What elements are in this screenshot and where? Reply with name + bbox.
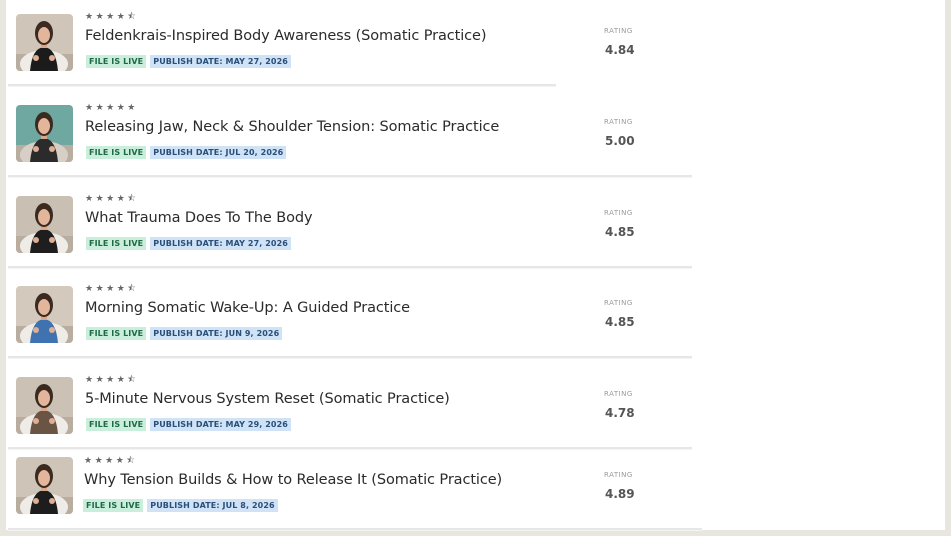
video-row[interactable]: ★★★★⯪ 5-Minute Nervous System Reset (Som… <box>8 363 692 449</box>
publish-date-badge: PUBLISH DATE: MAY 29, 2026 <box>150 418 291 431</box>
video-thumbnail[interactable] <box>16 377 73 434</box>
star-rating-icon: ★★★★⯪ <box>85 284 139 294</box>
video-row[interactable]: ★★★★⯪ Morning Somatic Wake-Up: A Guided … <box>8 272 692 358</box>
thumbnail-image <box>16 196 73 253</box>
rating-value: 4.78 <box>605 406 635 420</box>
video-title[interactable]: 5-Minute Nervous System Reset (Somatic P… <box>85 391 450 407</box>
video-title[interactable]: What Trauma Does To The Body <box>85 210 313 226</box>
status-badge: FILE IS LIVE <box>86 146 147 159</box>
rating-label: RATING <box>604 299 633 307</box>
video-thumbnail[interactable] <box>16 196 73 253</box>
video-list: ★★★★⯪ Feldenkrais-Inspired Body Awarenes… <box>6 0 945 530</box>
video-row[interactable]: ★★★★⯪ What Trauma Does To The Body FILE … <box>8 182 692 268</box>
star-rating-icon: ★★★★★ <box>85 103 138 113</box>
rating-value: 4.85 <box>605 225 635 239</box>
star-rating-icon: ★★★★⯪ <box>85 194 139 204</box>
rating-label: RATING <box>604 27 633 35</box>
video-title[interactable]: Why Tension Builds & How to Release It (… <box>84 472 502 488</box>
video-row[interactable]: ★★★★⯪ Feldenkrais-Inspired Body Awarenes… <box>8 0 635 86</box>
star-rating-icon: ★★★★⯪ <box>84 456 138 466</box>
rating-value: 5.00 <box>605 134 635 148</box>
rating-label: RATING <box>604 471 633 479</box>
video-thumbnail[interactable] <box>16 457 73 514</box>
status-badge: FILE IS LIVE <box>86 237 147 250</box>
publish-date-badge: PUBLISH DATE: JUL 8, 2026 <box>147 499 278 512</box>
thumbnail-image <box>16 14 73 71</box>
publish-date-badge: PUBLISH DATE: JUL 20, 2026 <box>150 146 287 159</box>
publish-date-badge: PUBLISH DATE: MAY 27, 2026 <box>150 237 291 250</box>
video-row[interactable]: ★★★★⯪ Why Tension Builds & How to Releas… <box>8 444 702 530</box>
rating-value: 4.84 <box>605 43 635 57</box>
video-title[interactable]: Feldenkrais-Inspired Body Awareness (Som… <box>85 28 487 44</box>
thumbnail-image <box>16 286 73 343</box>
rating-label: RATING <box>604 209 633 217</box>
video-row[interactable]: ★★★★★ Releasing Jaw, Neck & Shoulder Ten… <box>8 91 692 177</box>
publish-date-badge: PUBLISH DATE: MAY 27, 2026 <box>150 55 291 68</box>
thumbnail-image <box>16 105 73 162</box>
publish-date-badge: PUBLISH DATE: JUN 9, 2026 <box>150 327 283 340</box>
status-badge: FILE IS LIVE <box>86 327 147 340</box>
video-thumbnail[interactable] <box>16 105 73 162</box>
thumbnail-image <box>16 377 73 434</box>
thumbnail-image <box>16 457 73 514</box>
star-rating-icon: ★★★★⯪ <box>85 375 139 385</box>
video-thumbnail[interactable] <box>16 286 73 343</box>
video-thumbnail[interactable] <box>16 14 73 71</box>
video-title[interactable]: Morning Somatic Wake-Up: A Guided Practi… <box>85 300 410 316</box>
status-badge: FILE IS LIVE <box>86 55 147 68</box>
star-rating-icon: ★★★★⯪ <box>85 12 139 22</box>
rating-label: RATING <box>604 390 633 398</box>
status-badge: FILE IS LIVE <box>86 418 147 431</box>
rating-value: 4.85 <box>605 315 635 329</box>
status-badge: FILE IS LIVE <box>83 499 144 512</box>
video-title[interactable]: Releasing Jaw, Neck & Shoulder Tension: … <box>85 119 499 135</box>
rating-label: RATING <box>604 118 633 126</box>
rating-value: 4.89 <box>605 487 635 501</box>
